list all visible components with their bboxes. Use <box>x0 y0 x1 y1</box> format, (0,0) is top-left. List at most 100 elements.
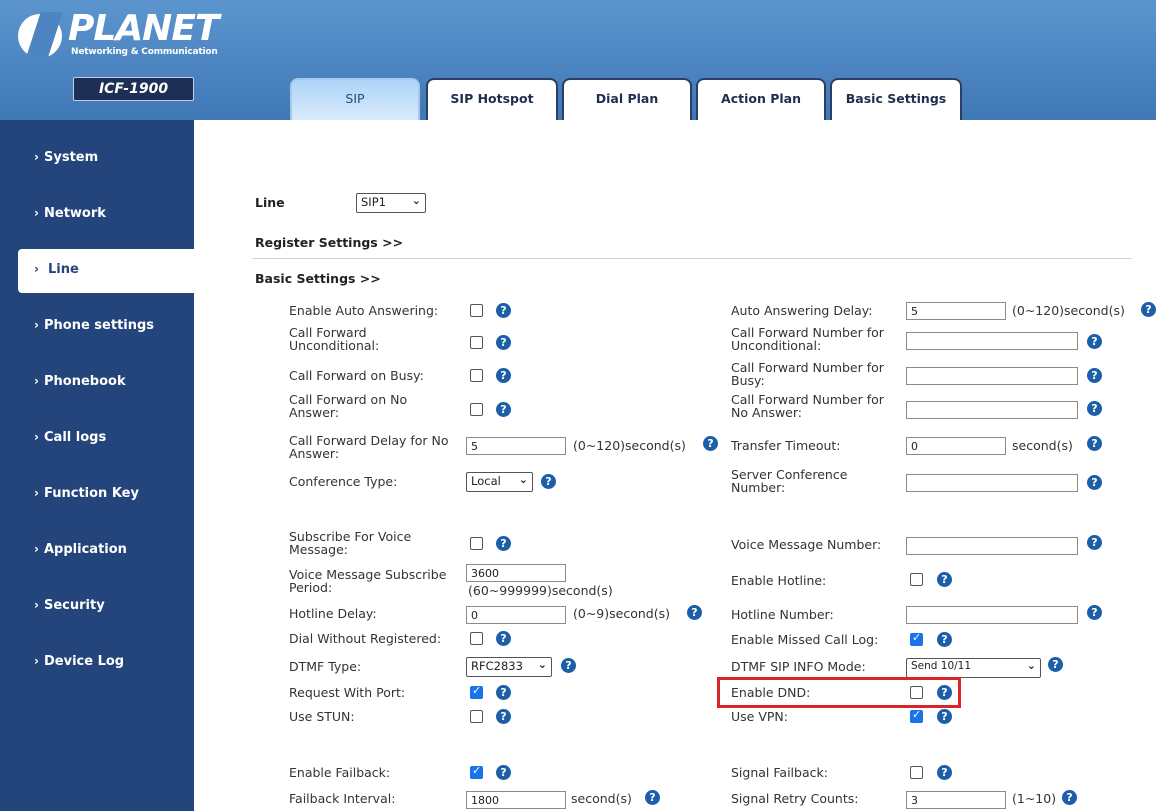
help-icon[interactable]: ? <box>496 685 511 700</box>
help-icon[interactable]: ? <box>703 436 718 451</box>
sidebar-item-network[interactable]: › Network <box>0 193 194 237</box>
sidebar-item-application[interactable]: › Application <box>0 529 194 573</box>
help-icon[interactable]: ? <box>1087 334 1102 349</box>
help-icon[interactable]: ? <box>1087 401 1102 416</box>
sidebar-item-function-key[interactable]: › Function Key <box>0 473 194 517</box>
missed-call-log-checkbox[interactable] <box>910 631 923 646</box>
dtmf-type-label: DTMF Type: <box>289 659 362 674</box>
sidebar-item-phone-settings[interactable]: › Phone settings <box>0 305 194 349</box>
signal-failback-label: Signal Failback: <box>731 765 828 780</box>
retry-counts-label: Signal Retry Counts: <box>731 791 859 806</box>
vm-period-input[interactable] <box>466 564 566 582</box>
conference-type-select[interactable]: Local ⌄ <box>466 472 533 492</box>
vm-period-label: Voice Message Subscribe Period: <box>289 567 447 595</box>
cf-number-noanswer-label: Call Forward Number for No Answer: <box>731 392 884 420</box>
line-select[interactable]: SIP1 ⌄ <box>356 193 426 213</box>
sidebar-item-label: Network <box>44 206 106 221</box>
hotline-delay-input[interactable] <box>466 606 566 624</box>
basic-settings-link[interactable]: Basic Settings >> <box>255 271 381 286</box>
header-bar: PLANET Networking & Communication ICF-19… <box>0 0 1156 120</box>
transfer-timeout-input[interactable] <box>906 437 1006 455</box>
auto-answer-checkbox[interactable] <box>470 304 483 317</box>
help-icon[interactable]: ? <box>561 658 576 673</box>
hotline-number-input[interactable] <box>906 606 1078 624</box>
auto-answer-delay-input[interactable] <box>906 302 1006 320</box>
cf-busy-checkbox[interactable] <box>470 369 483 382</box>
chevron-right-icon: › <box>34 430 39 444</box>
sidebar-item-system[interactable]: › System <box>0 137 194 181</box>
help-icon[interactable]: ? <box>687 605 702 620</box>
sidebar-item-call-logs[interactable]: › Call logs <box>0 417 194 461</box>
sidebar-item-line[interactable]: › Line <box>18 249 194 293</box>
tab-dial-plan[interactable]: Dial Plan <box>562 78 692 120</box>
cf-unconditional-label: Call Forward Unconditional: <box>289 325 380 353</box>
chevron-right-icon: › <box>34 486 39 500</box>
planet-logo: PLANET Networking & Communication <box>18 8 219 62</box>
help-icon[interactable]: ? <box>645 790 660 805</box>
help-icon[interactable]: ? <box>496 335 511 350</box>
cf-number-unconditional-input[interactable] <box>906 332 1078 350</box>
failback-interval-input[interactable] <box>466 791 566 809</box>
help-icon[interactable]: ? <box>937 765 952 780</box>
help-icon[interactable]: ? <box>937 709 952 724</box>
logo-tagline: Networking & Communication <box>71 47 218 57</box>
use-stun-label: Use STUN: <box>289 709 355 724</box>
help-icon[interactable]: ? <box>1141 302 1156 317</box>
dnd-checkbox[interactable] <box>910 686 923 699</box>
help-icon[interactable]: ? <box>496 765 511 780</box>
tab-sip[interactable]: SIP <box>290 78 420 120</box>
cf-number-unconditional-label: Call Forward Number for Unconditional: <box>731 325 884 353</box>
help-icon[interactable]: ? <box>496 402 511 417</box>
help-icon[interactable]: ? <box>496 536 511 551</box>
tab-action-plan[interactable]: Action Plan <box>696 78 826 120</box>
help-icon[interactable]: ? <box>496 631 511 646</box>
help-icon[interactable]: ? <box>496 709 511 724</box>
help-icon[interactable]: ? <box>937 572 952 587</box>
help-icon[interactable]: ? <box>496 368 511 383</box>
signal-failback-checkbox[interactable] <box>910 766 923 779</box>
auto-answer-delay-unit: (0~120)second(s) <box>1012 303 1125 318</box>
request-port-checkbox[interactable] <box>470 684 483 699</box>
help-icon[interactable]: ? <box>541 474 556 489</box>
tab-sip-hotspot[interactable]: SIP Hotspot <box>426 78 558 120</box>
dtmf-sip-info-select[interactable]: Send 10/11 ⌄ <box>906 658 1041 678</box>
help-icon[interactable]: ? <box>1087 368 1102 383</box>
register-settings-link[interactable]: Register Settings >> <box>255 235 403 250</box>
sidebar-item-device-log[interactable]: › Device Log <box>0 641 194 685</box>
dtmf-type-value: RFC2833 <box>471 659 523 673</box>
chevron-down-icon: ⌄ <box>1026 659 1036 672</box>
retry-counts-input[interactable] <box>906 791 1006 809</box>
sidebar-item-phonebook[interactable]: › Phonebook <box>0 361 194 405</box>
help-icon[interactable]: ? <box>1087 535 1102 550</box>
model-badge: ICF-1900 <box>73 77 194 101</box>
help-icon[interactable]: ? <box>1087 605 1102 620</box>
cf-noanswer-checkbox[interactable] <box>470 403 483 416</box>
server-conference-input[interactable] <box>906 474 1078 492</box>
cf-number-noanswer-input[interactable] <box>906 401 1078 419</box>
hotline-checkbox[interactable] <box>910 573 923 586</box>
tab-basic-settings[interactable]: Basic Settings <box>830 78 962 120</box>
use-stun-checkbox[interactable] <box>470 710 483 723</box>
conference-type-value: Local <box>471 474 501 488</box>
sidebar-item-label: Application <box>44 542 127 557</box>
failback-interval-label: Failback Interval: <box>289 791 396 806</box>
help-icon[interactable]: ? <box>1048 657 1063 672</box>
vm-period-unit: (60~999999)second(s) <box>468 583 613 598</box>
help-icon[interactable]: ? <box>496 303 511 318</box>
help-icon[interactable]: ? <box>1087 436 1102 451</box>
help-icon[interactable]: ? <box>937 632 952 647</box>
sidebar-item-security[interactable]: › Security <box>0 585 194 629</box>
dtmf-type-select[interactable]: RFC2833 ⌄ <box>466 657 552 677</box>
vm-number-input[interactable] <box>906 537 1078 555</box>
failback-checkbox[interactable] <box>470 764 483 779</box>
subscribe-voice-checkbox[interactable] <box>470 537 483 550</box>
server-conference-label: Server Conference Number: <box>731 467 848 495</box>
use-vpn-checkbox[interactable] <box>910 708 923 723</box>
cf-number-busy-input[interactable] <box>906 367 1078 385</box>
cf-delay-input[interactable] <box>466 437 566 455</box>
cf-unconditional-checkbox[interactable] <box>470 336 483 349</box>
dial-without-reg-checkbox[interactable] <box>470 632 483 645</box>
help-icon[interactable]: ? <box>937 685 952 700</box>
help-icon[interactable]: ? <box>1062 790 1077 805</box>
help-icon[interactable]: ? <box>1087 475 1102 490</box>
